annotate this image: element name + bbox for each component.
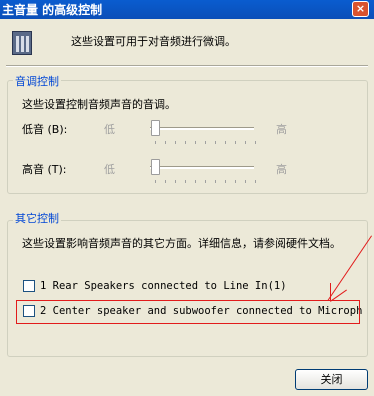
bass-high-label: 高 — [276, 123, 287, 136]
slider-tick — [165, 141, 166, 144]
slider-tick — [195, 180, 196, 183]
slider-tick — [205, 180, 206, 183]
slider-tick — [225, 180, 226, 183]
slider-tick — [215, 180, 216, 183]
slider-tick — [215, 141, 216, 144]
bass-low-label: 低 — [104, 123, 115, 136]
slider-tick — [235, 180, 236, 183]
annotation-arrow-head-left — [330, 283, 331, 301]
slider-tick — [195, 141, 196, 144]
tone-control-legend: 音调控制 — [13, 73, 61, 89]
mixer-icon — [12, 31, 32, 55]
option-1-label[interactable]: 1 Rear Speakers connected to Line In(1) — [40, 280, 287, 292]
title-bar: 主音量 的高级控制 × — [0, 0, 374, 19]
slider-tick — [245, 180, 246, 183]
slider-tick — [245, 141, 246, 144]
bass-label: 低音 (B): — [22, 123, 68, 136]
close-button[interactable]: 关闭 — [295, 369, 368, 390]
slider-tick — [185, 141, 186, 144]
slider-tick — [185, 180, 186, 183]
slider-tick — [205, 141, 206, 144]
close-icon: × — [355, 2, 366, 15]
option-1-checkbox[interactable] — [23, 280, 35, 292]
slider-tick — [255, 180, 256, 183]
bass-slider-thumb[interactable] — [151, 120, 160, 136]
close-window-button[interactable]: × — [352, 1, 369, 17]
slider-tick — [155, 180, 156, 183]
header-description: 这些设置可用于对音频进行微调。 — [71, 35, 236, 48]
treble-label: 高音 (T): — [22, 163, 67, 176]
slider-tick — [175, 180, 176, 183]
tone-control-description: 这些设置控制音频声音的音调。 — [22, 98, 176, 111]
slider-tick — [225, 141, 226, 144]
treble-low-label: 低 — [104, 163, 115, 176]
window-title: 主音量 的高级控制 — [2, 3, 103, 17]
treble-slider-thumb[interactable] — [151, 159, 160, 175]
other-controls-legend: 其它控制 — [13, 210, 61, 226]
slider-tick — [165, 180, 166, 183]
slider-tick — [255, 141, 256, 144]
bass-slider-track[interactable] — [150, 127, 254, 130]
slider-tick — [175, 141, 176, 144]
annotation-highlight-box — [16, 300, 360, 324]
header-divider — [6, 65, 368, 67]
treble-slider-track[interactable] — [150, 166, 254, 169]
treble-high-label: 高 — [276, 163, 287, 176]
other-controls-description: 这些设置影响音频声音的其它方面。详细信息，请参阅硬件文档。 — [22, 237, 341, 250]
slider-tick — [235, 141, 236, 144]
slider-tick — [155, 141, 156, 144]
